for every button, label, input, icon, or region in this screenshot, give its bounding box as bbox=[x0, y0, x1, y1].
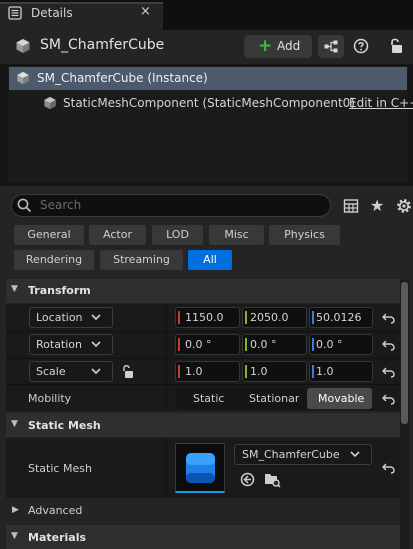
filter-tab-actor[interactable]: Actor bbox=[89, 225, 146, 245]
static-mesh-asset-name: SM_ChamferCube bbox=[242, 448, 340, 461]
chevron-down-icon bbox=[91, 368, 101, 375]
collapse-arrow-icon: ▼ bbox=[11, 284, 18, 294]
search-icon bbox=[17, 198, 32, 213]
chevron-down-icon bbox=[91, 341, 101, 348]
tab-title: Details bbox=[31, 6, 73, 20]
mobility-option-movable[interactable]: Movable bbox=[318, 392, 364, 405]
scale-label: Scale bbox=[36, 365, 66, 378]
static-mesh-label: Static Mesh bbox=[28, 462, 92, 475]
actor-name: SM_ChamferCube bbox=[40, 37, 165, 53]
filter-tab-physics[interactable]: Physics bbox=[269, 225, 340, 245]
filter-tab-rendering[interactable]: Rendering bbox=[14, 250, 94, 270]
location-x-value: 1150.0 bbox=[185, 311, 224, 324]
table-view-icon[interactable] bbox=[343, 198, 359, 214]
reset-icon[interactable] bbox=[382, 312, 395, 324]
details-icon bbox=[8, 6, 22, 20]
mobility-option-stationary[interactable]: Stationary bbox=[249, 392, 299, 405]
filter-tab-general[interactable]: General bbox=[14, 225, 84, 245]
help-icon[interactable] bbox=[353, 38, 369, 54]
mobility-option-static[interactable]: Static bbox=[193, 392, 224, 405]
reset-icon[interactable] bbox=[382, 366, 395, 378]
location-y-value: 2050.0 bbox=[250, 311, 289, 324]
unlock-icon[interactable] bbox=[389, 37, 403, 55]
expand-arrow-icon: ▶ bbox=[12, 505, 19, 515]
collapse-arrow-icon: ▼ bbox=[11, 419, 18, 429]
filter-tab-lod[interactable]: LOD bbox=[152, 225, 203, 245]
mesh-thumbnail[interactable] bbox=[175, 443, 225, 493]
location-label: Location bbox=[36, 311, 83, 324]
hierarchy-icon bbox=[324, 40, 338, 53]
section-title: Transform bbox=[28, 284, 91, 297]
static-mesh-component-icon bbox=[44, 96, 56, 110]
chevron-down-icon bbox=[91, 314, 101, 321]
static-mesh-actor-icon bbox=[16, 39, 30, 53]
scale-z-value: 1.0 bbox=[316, 365, 334, 378]
chevron-down-icon bbox=[350, 451, 360, 458]
section-title: Materials bbox=[28, 531, 87, 544]
filter-tab-misc[interactable]: Misc bbox=[209, 225, 264, 245]
tree-item-component[interactable]: StaticMeshComponent (StaticMeshComponent… bbox=[63, 96, 355, 110]
rotation-y-value: 0.0 ° bbox=[250, 338, 277, 351]
use-selected-icon[interactable] bbox=[240, 472, 255, 487]
blueprint-button[interactable] bbox=[318, 35, 344, 58]
details-tab[interactable] bbox=[0, 2, 163, 30]
static-mesh-actor-icon bbox=[17, 71, 29, 85]
tree-item-label: SM_ChamferCube (Instance) bbox=[37, 71, 208, 85]
scrollbar-thumb[interactable] bbox=[401, 282, 408, 424]
filter-tab-all[interactable]: All bbox=[188, 250, 232, 270]
cube-thumbnail-icon bbox=[186, 453, 215, 483]
plus-icon: + bbox=[258, 36, 273, 56]
scale-x-value: 1.0 bbox=[185, 365, 203, 378]
close-icon[interactable]: × bbox=[140, 4, 151, 19]
edit-in-cpp-link[interactable]: Edit in C++ bbox=[349, 96, 413, 110]
reset-icon[interactable] bbox=[382, 462, 395, 474]
unlock-icon[interactable] bbox=[122, 364, 134, 379]
rotation-x-value: 0.0 ° bbox=[185, 338, 212, 351]
filter-tab-streaming[interactable]: Streaming bbox=[100, 250, 183, 270]
search-placeholder: Search bbox=[40, 198, 82, 212]
add-button-label: Add bbox=[277, 39, 301, 53]
section-title: Static Mesh bbox=[28, 419, 101, 432]
rotation-label: Rotation bbox=[36, 338, 83, 351]
reset-icon[interactable] bbox=[382, 393, 395, 405]
location-z-value: 50.0126 bbox=[316, 311, 362, 324]
collapse-arrow-icon: ▼ bbox=[11, 531, 18, 541]
gear-icon[interactable] bbox=[395, 197, 413, 215]
star-icon[interactable]: ★ bbox=[370, 196, 384, 215]
advanced-label: Advanced bbox=[28, 504, 83, 517]
browse-asset-icon[interactable] bbox=[264, 471, 281, 488]
reset-icon[interactable] bbox=[382, 339, 395, 351]
rotation-z-value: 0.0 ° bbox=[316, 338, 343, 351]
mobility-label: Mobility bbox=[28, 392, 72, 405]
scale-y-value: 1.0 bbox=[250, 365, 268, 378]
